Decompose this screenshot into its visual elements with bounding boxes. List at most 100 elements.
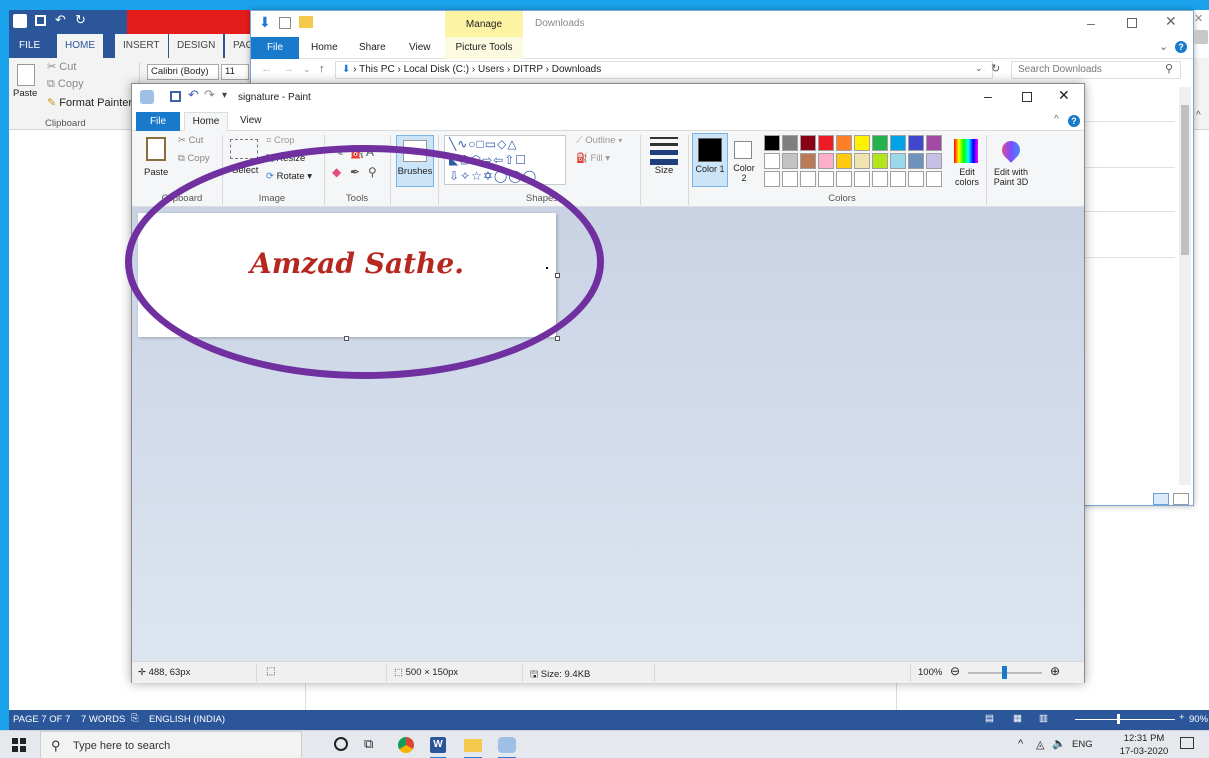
font-name-select[interactable]: Calibri (Body): [147, 64, 219, 80]
word-paste-label[interactable]: Paste: [13, 88, 37, 99]
folder-icon[interactable]: [299, 16, 313, 28]
word-scroll-up-icon[interactable]: ^: [1196, 110, 1201, 121]
proofing-icon[interactable]: ⎘: [131, 713, 139, 724]
help-icon[interactable]: ?: [1068, 115, 1080, 127]
breadcrumb[interactable]: ⬇ › This PC › Local Disk (C:) › Users › …: [335, 61, 993, 79]
palette-swatch-empty[interactable]: [908, 171, 924, 187]
user-avatar-icon[interactable]: [1194, 30, 1208, 44]
properties-icon[interactable]: [279, 17, 291, 29]
palette-swatch[interactable]: [872, 153, 888, 169]
size-icon[interactable]: [650, 137, 678, 165]
palette-swatch[interactable]: [908, 135, 924, 151]
palette-swatch[interactable]: [782, 153, 798, 169]
minimize-icon[interactable]: –: [1087, 15, 1095, 31]
network-icon[interactable]: ◬: [1036, 738, 1044, 751]
shapes-row-2[interactable]: ◣⬠⬡⇨⇦⇧☐: [449, 152, 565, 168]
paste-icon[interactable]: [146, 137, 166, 161]
palette-swatch[interactable]: [764, 135, 780, 151]
word-tab-home[interactable]: HOME: [57, 34, 103, 58]
back-arrow-icon[interactable]: ←: [261, 63, 272, 75]
pencil-icon[interactable]: ✎: [334, 145, 344, 159]
resize-button[interactable]: ⤡ Resize: [266, 153, 305, 164]
resize-handle-corner[interactable]: [555, 336, 560, 341]
outline-button[interactable]: ⟋ Outline ▾: [576, 135, 623, 146]
explorer-tab-share[interactable]: Share: [359, 42, 386, 53]
palette-swatch-empty[interactable]: [890, 171, 906, 187]
close-icon[interactable]: ✕: [1058, 87, 1070, 104]
edit-colors-button[interactable]: Edit colors: [950, 135, 984, 195]
chrome-icon[interactable]: [398, 737, 414, 753]
font-size-select[interactable]: 11: [221, 64, 249, 80]
taskbar-search-box[interactable]: ⚲ Type here to search: [40, 731, 302, 758]
palette-swatch-empty[interactable]: [800, 171, 816, 187]
paint-copy-button[interactable]: ⧉ Copy: [178, 153, 210, 164]
palette-swatch[interactable]: [800, 135, 816, 151]
language-indicator[interactable]: ENGLISH (INDIA): [149, 714, 225, 725]
palette-swatch[interactable]: [782, 135, 798, 151]
task-view-icon[interactable]: ⧉: [364, 736, 373, 752]
windows-start-icon[interactable]: [12, 738, 26, 752]
volume-icon[interactable]: 🔈: [1052, 737, 1066, 750]
fill-bucket-icon[interactable]: ⛽: [350, 145, 365, 159]
clock-date[interactable]: 17-03-2020: [1116, 746, 1172, 757]
save-icon[interactable]: [35, 15, 46, 26]
crop-button[interactable]: ⌗ Crop: [266, 135, 295, 146]
details-view-icon[interactable]: [1153, 493, 1169, 505]
palette-swatch[interactable]: [818, 135, 834, 151]
explorer-scrollbar[interactable]: [1179, 87, 1191, 485]
word-tab-design[interactable]: DESIGN: [169, 34, 224, 58]
palette-swatch[interactable]: [872, 135, 888, 151]
recent-chevron-icon[interactable]: ⌄: [303, 64, 311, 75]
maximize-icon[interactable]: [1022, 92, 1032, 102]
eraser-icon[interactable]: ◆: [332, 165, 341, 179]
paint-tab-view[interactable]: View: [240, 115, 262, 126]
paint-tab-file[interactable]: File: [136, 112, 180, 131]
word-copy-button[interactable]: ⧉ Copy: [47, 78, 84, 91]
breadcrumb-ditrp[interactable]: DITRP: [513, 64, 543, 75]
palette-swatch[interactable]: [926, 153, 942, 169]
chevron-down-icon[interactable]: ⌄: [1159, 40, 1168, 53]
text-tool-icon[interactable]: A: [366, 145, 374, 159]
explorer-tab-file[interactable]: File: [251, 37, 299, 59]
palette-swatch-empty[interactable]: [782, 171, 798, 187]
word-tab-insert[interactable]: INSERT: [115, 34, 168, 58]
palette-swatch[interactable]: [854, 135, 870, 151]
palette-swatch-empty[interactable]: [926, 171, 942, 187]
zoom-out-icon[interactable]: ⊖: [950, 664, 960, 678]
color1-button[interactable]: Color 1: [692, 133, 728, 187]
refresh-icon[interactable]: ↻: [991, 62, 1000, 75]
palette-swatch[interactable]: [908, 153, 924, 169]
large-icons-view-icon[interactable]: [1173, 493, 1189, 505]
explorer-tab-home[interactable]: Home: [311, 42, 338, 53]
explorer-scrollbar-thumb[interactable]: [1181, 105, 1189, 255]
palette-swatch[interactable]: [836, 153, 852, 169]
minimize-icon[interactable]: –: [984, 88, 992, 104]
paint-cut-button[interactable]: ✂ Cut: [178, 135, 203, 146]
manage-context-tab[interactable]: Manage: [445, 11, 523, 37]
format-painter-button[interactable]: ✎ Format Painter: [47, 96, 132, 109]
search-input[interactable]: Search Downloads: [1011, 61, 1181, 79]
word-cut-button[interactable]: ✂ Cut: [47, 60, 76, 73]
breadcrumb-local-disk[interactable]: Local Disk (C:): [404, 64, 470, 75]
palette-swatch[interactable]: [890, 135, 906, 151]
brushes-button[interactable]: Brushes: [396, 135, 434, 187]
palette-swatch[interactable]: [836, 135, 852, 151]
save-icon[interactable]: [170, 91, 181, 102]
magnifier-icon[interactable]: ⚲: [368, 165, 377, 179]
input-language[interactable]: ENG: [1072, 739, 1093, 750]
palette-swatch-empty[interactable]: [764, 171, 780, 187]
palette-swatch[interactable]: [800, 153, 816, 169]
close-icon[interactable]: ✕: [1165, 13, 1177, 30]
palette-swatch-empty[interactable]: [854, 171, 870, 187]
palette-swatch[interactable]: [854, 153, 870, 169]
up-arrow-icon[interactable]: ↑: [319, 63, 325, 75]
zoom-slider[interactable]: [1075, 719, 1175, 720]
clock-time[interactable]: 12:31 PM: [1116, 733, 1172, 744]
resize-handle-bottom[interactable]: [344, 336, 349, 341]
paint-taskbar-icon[interactable]: [498, 737, 516, 753]
web-layout-icon[interactable]: ▥: [1039, 713, 1048, 724]
palette-swatch[interactable]: [890, 153, 906, 169]
collapse-ribbon-icon[interactable]: ^: [1054, 114, 1059, 125]
forward-arrow-icon[interactable]: →: [283, 63, 294, 75]
word-close-icon[interactable]: ✕: [1194, 12, 1203, 25]
